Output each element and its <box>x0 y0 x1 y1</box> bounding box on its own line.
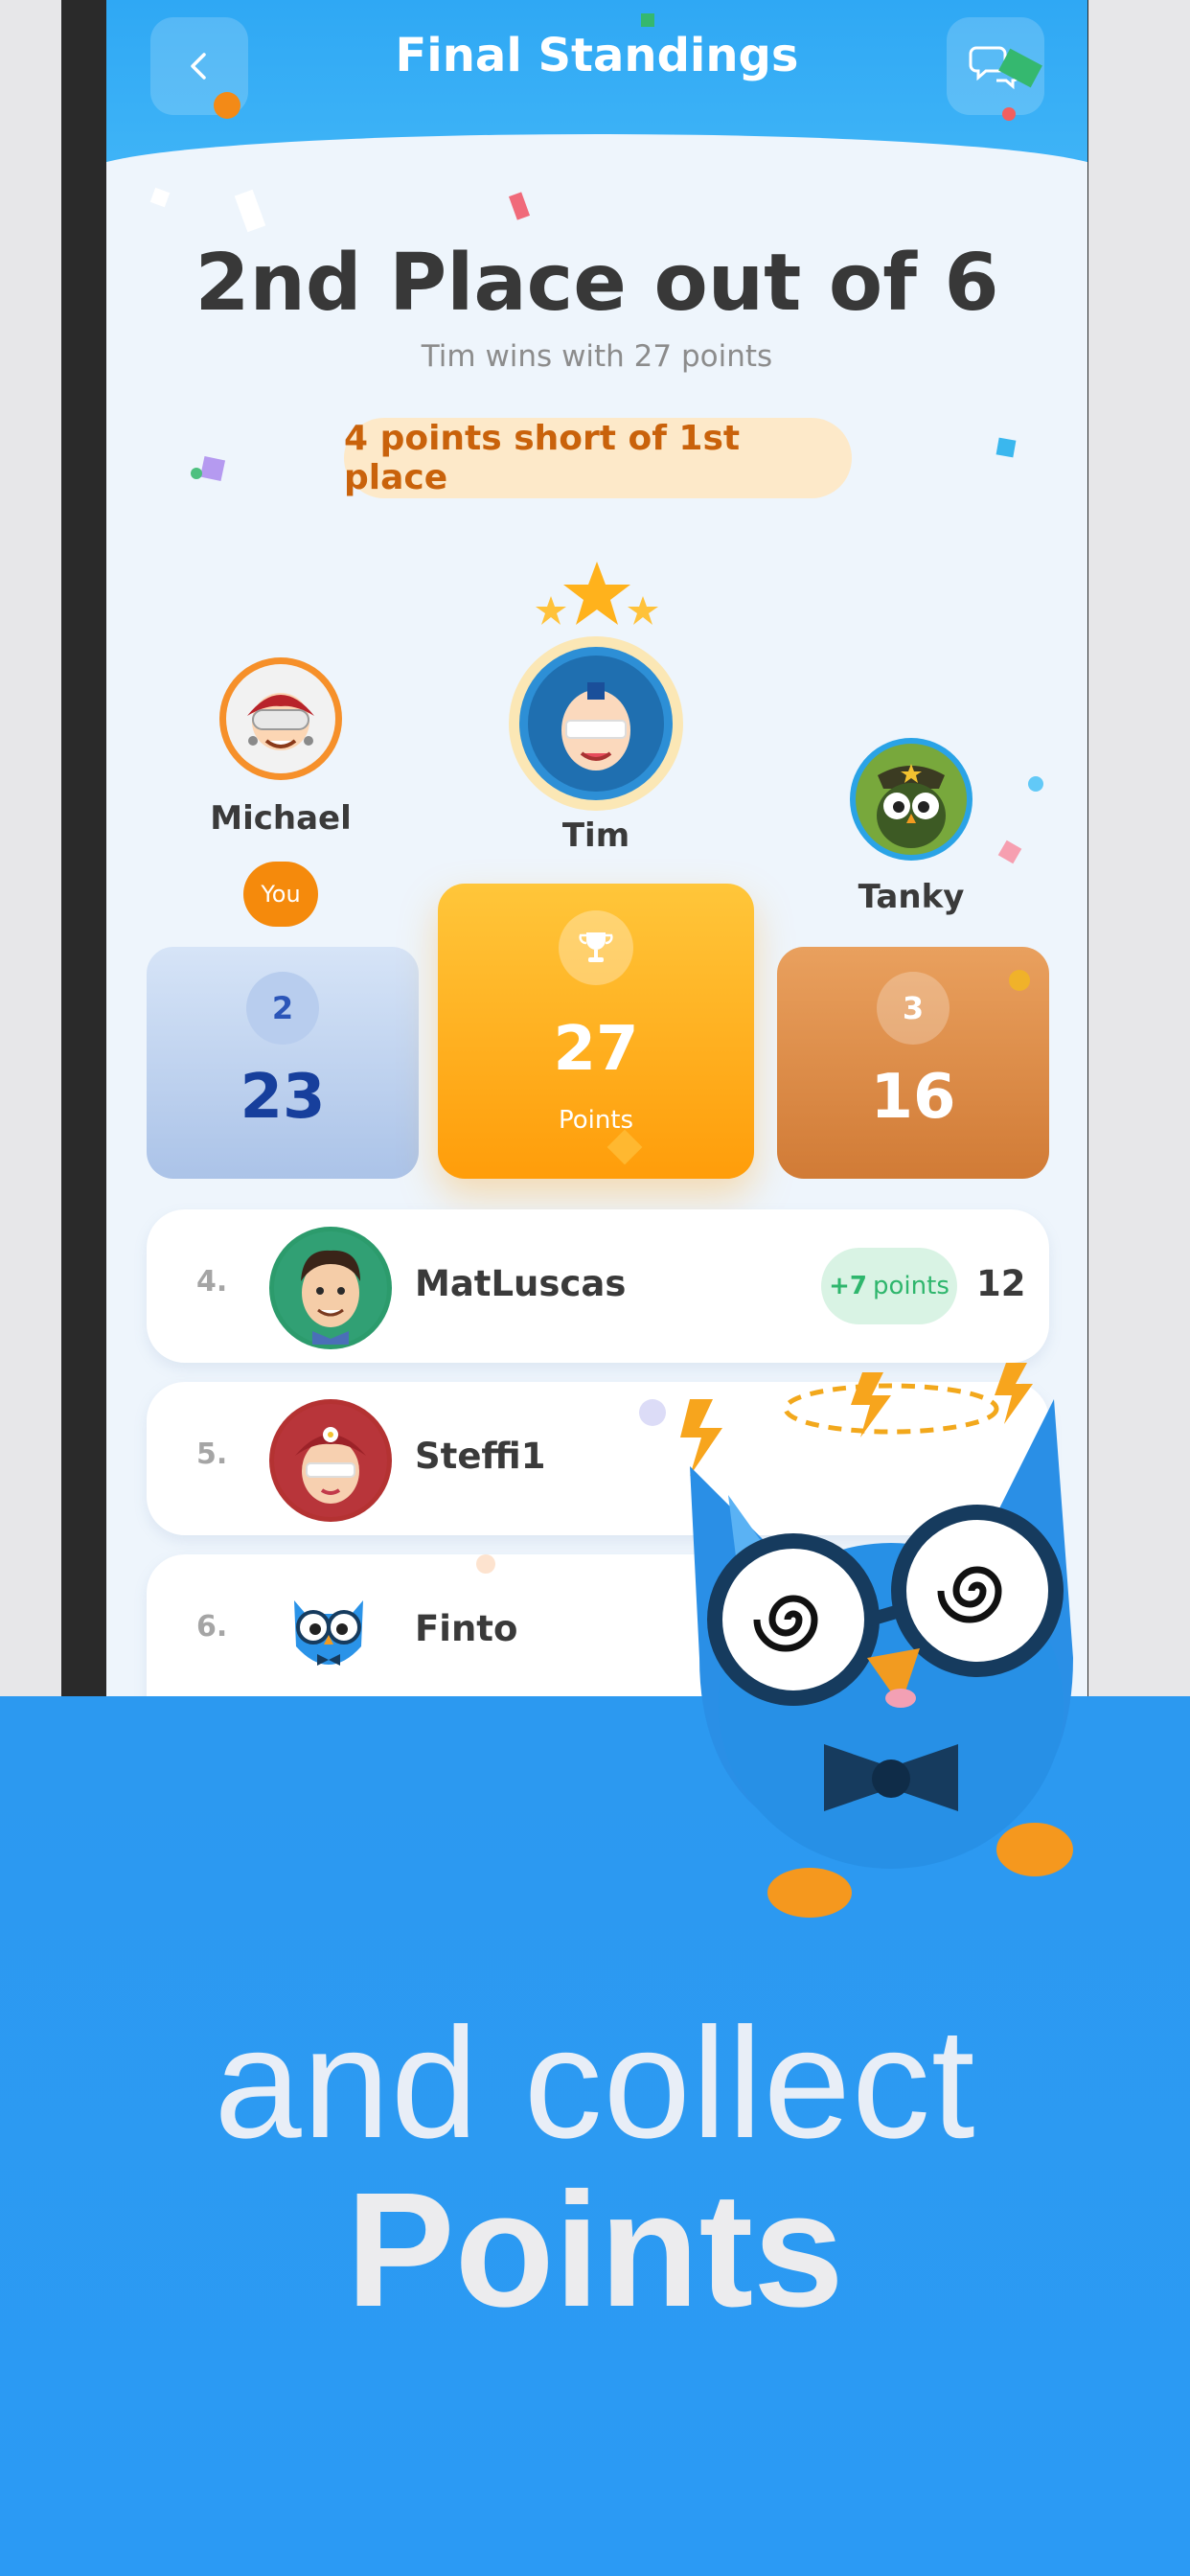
stars-group <box>535 558 659 634</box>
matluscas-face <box>274 1231 387 1345</box>
winner-note: Tim wins with 27 points <box>421 339 773 374</box>
podium-points-label: Points <box>558 1106 634 1135</box>
finto-owl-icon <box>294 1600 363 1666</box>
row-rank: 5. <box>196 1438 228 1471</box>
standings-row[interactable]: 4. MatLuscas +7 points 12 <box>147 1209 1049 1363</box>
tanky-owl-face <box>877 764 946 848</box>
row-name: Steffi1 <box>415 1436 546 1477</box>
points-gap-badge: 4 points short of 1st place <box>344 418 852 498</box>
avatar-finto <box>281 1583 377 1679</box>
avatar-steffi1 <box>269 1399 392 1522</box>
avatar-matluscas <box>269 1227 392 1349</box>
avatar-tim <box>509 636 683 811</box>
tagline-line1: and collect <box>214 1995 976 2171</box>
podium-name-third: Tanky <box>858 878 965 916</box>
confetti-piece <box>995 437 1017 458</box>
rank-circle-second: 2 <box>246 972 319 1045</box>
trophy-icon <box>579 932 613 962</box>
steffi1-face <box>274 1404 387 1517</box>
confetti-dot <box>1009 970 1030 991</box>
page-title: Final Standings <box>395 29 799 82</box>
confetti-dot <box>191 468 202 479</box>
michael-face <box>247 693 314 750</box>
podium-points-first: 27 <box>553 1014 639 1085</box>
you-badge: You <box>243 862 318 927</box>
avatar-tanky <box>850 738 973 861</box>
avatar-michael <box>219 657 342 780</box>
gain-unit: points <box>873 1272 950 1300</box>
row-name: MatLuscas <box>415 1263 627 1304</box>
podium-points-second: 23 <box>240 1062 326 1133</box>
confetti-piece <box>199 455 226 482</box>
owl-mascot-icon <box>680 1363 1073 1918</box>
tagline-line2: Points <box>346 2159 844 2341</box>
confetti-dot <box>1028 776 1043 792</box>
row-points: 12 <box>976 1263 1026 1304</box>
tim-face <box>561 682 630 770</box>
owl-mascot <box>671 1342 1121 1936</box>
trophy-badge <box>559 910 633 985</box>
podium-name-first: Tim <box>561 816 630 855</box>
podium-block-second: 2 23 <box>147 947 419 1179</box>
podium-name-second: Michael <box>210 799 352 838</box>
podium-block-third: 3 16 <box>777 947 1049 1179</box>
row-rank: 4. <box>196 1265 228 1299</box>
row-rank: 6. <box>196 1610 228 1644</box>
confetti-piece <box>997 840 1022 864</box>
gain-value: +7 <box>829 1272 868 1300</box>
confetti-piece <box>641 13 654 27</box>
podium-block-first: 27 Points <box>438 884 754 1179</box>
confetti-dot <box>214 92 240 119</box>
placement-headline: 2nd Place out of 6 <box>195 238 999 329</box>
confetti-dot <box>476 1554 495 1574</box>
podium-points-third: 16 <box>870 1062 956 1133</box>
confetti-piece <box>606 1129 643 1165</box>
confetti-dot <box>639 1399 666 1426</box>
star-icon <box>536 562 658 625</box>
gain-pill: +7 points <box>821 1248 957 1324</box>
row-name: Finto <box>415 1608 518 1649</box>
rank-circle-third: 3 <box>877 972 950 1045</box>
confetti-dot <box>1002 107 1016 121</box>
